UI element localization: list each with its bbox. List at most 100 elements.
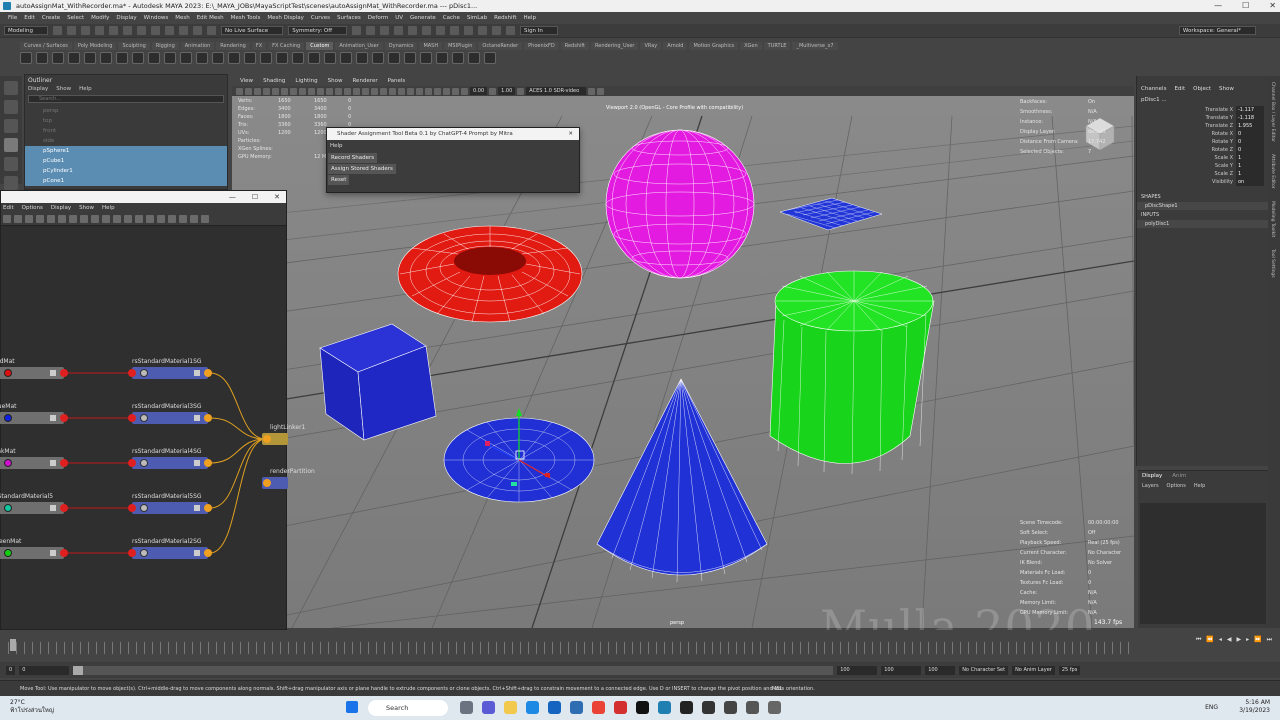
time-slider[interactable]: ⏮ ⏪ ◂ ◀ ▶ ▸ ⏩ ⏭ <box>0 630 1280 660</box>
attribute-name[interactable]: Scale Y <box>1176 162 1236 170</box>
attribute-value-field[interactable]: 0 <box>1236 130 1264 138</box>
custom-mode-icon[interactable] <box>135 215 143 223</box>
attribute-name[interactable]: Translate Y <box>1176 114 1236 122</box>
menu-redshift[interactable]: Redshift <box>494 12 516 24</box>
channel-box-menu-edit[interactable]: Edit <box>1174 86 1185 92</box>
step-forward-icon[interactable]: ▸ <box>1246 636 1249 644</box>
menu-create[interactable]: Create <box>42 12 60 24</box>
store-icon[interactable] <box>548 701 561 714</box>
outliner-menu-show[interactable]: Show <box>56 86 71 92</box>
shelf-tool-icon[interactable] <box>260 52 272 64</box>
tool-window-close-icon[interactable]: ✕ <box>568 128 573 140</box>
anim-layer-dropdown[interactable]: No Anim Layer <box>1012 665 1055 675</box>
snap-grid-icon[interactable] <box>165 26 175 35</box>
maya-taskbar-icon[interactable] <box>658 701 671 714</box>
outliner-item-side[interactable]: side <box>25 136 227 146</box>
shelf-tool-icon[interactable] <box>36 52 48 64</box>
graph-output-icon[interactable] <box>25 215 33 223</box>
bookmark-icon[interactable] <box>190 215 198 223</box>
redo-icon[interactable] <box>109 26 119 35</box>
sg-output-port[interactable] <box>204 549 212 557</box>
shelf-tab-xgen[interactable]: XGen <box>740 42 762 50</box>
paint-select-tool-icon[interactable] <box>4 119 18 133</box>
xray-joints-icon[interactable] <box>443 87 450 95</box>
attribute-value-field[interactable]: on <box>1236 178 1264 186</box>
bookmark-icon[interactable] <box>245 87 252 95</box>
sg-input-port[interactable] <box>128 369 136 377</box>
swatch-toggle-icon[interactable] <box>146 215 154 223</box>
shading-group-node[interactable]: rsStandardMaterial5SG <box>128 493 212 514</box>
outliner-menu-help[interactable]: Help <box>79 86 92 92</box>
menu-curves[interactable]: Curves <box>311 12 330 24</box>
snap-curve-icon[interactable] <box>179 26 189 35</box>
shelf-tool-icon[interactable] <box>484 52 496 64</box>
rearrange-graph-icon[interactable] <box>47 215 55 223</box>
outliner-item-pcube1[interactable]: pCube1 <box>25 156 227 166</box>
sg-input-port[interactable] <box>128 459 136 467</box>
sg-input-port[interactable] <box>128 549 136 557</box>
shelf-tool-icon[interactable] <box>276 52 288 64</box>
graph-input-output-icon[interactable] <box>3 215 11 223</box>
shelf-tab-motion-graphics[interactable]: Motion Graphics <box>689 42 739 50</box>
playback-start-field[interactable]: 0 <box>19 665 70 675</box>
anti-aliasing-icon[interactable] <box>407 87 414 95</box>
shelf-tool-icon[interactable] <box>84 52 96 64</box>
material-node-bluemat[interactable]: BlueMat <box>0 403 68 424</box>
app-p2-icon[interactable] <box>724 701 737 714</box>
material-node-pinkmat[interactable]: PinkMat <box>0 448 68 469</box>
light-linker-node[interactable]: lightLinker1 <box>262 424 305 445</box>
shelf-tool-icon[interactable] <box>324 52 336 64</box>
shelf-tab-poly-modeling[interactable]: Poly Modeling <box>73 42 117 50</box>
shelf-tab-mash[interactable]: MASH <box>419 42 443 50</box>
sg-input-port[interactable] <box>128 414 136 422</box>
workspace-dropdown[interactable]: Workspace: General* <box>1178 26 1256 35</box>
simple-mode-icon[interactable] <box>102 215 110 223</box>
side-tab-modeling-toolkit[interactable]: Modeling Toolkit <box>1268 195 1277 243</box>
viewport-menu-renderer[interactable]: Renderer <box>352 76 377 86</box>
isolate-select-icon[interactable] <box>425 87 432 95</box>
viewport-menu-show[interactable]: Show <box>328 76 343 86</box>
gate-mask-icon[interactable] <box>290 87 297 95</box>
shelf-tab-dynamics[interactable]: Dynamics <box>384 42 418 50</box>
shelf-tab-curves-surfaces[interactable]: Curves / Surfaces <box>20 42 72 50</box>
app-s-icon[interactable] <box>746 701 759 714</box>
outliner-item-persp[interactable]: persp <box>25 106 227 116</box>
node-options-icon[interactable] <box>50 550 56 556</box>
shelf-tool-icon[interactable] <box>20 52 32 64</box>
shelf-tool-icon[interactable] <box>436 52 448 64</box>
menu-modify[interactable]: Modify <box>91 12 109 24</box>
shading-group-node[interactable]: rsStandardMaterial4SG <box>128 448 212 469</box>
shelf-tool-icon[interactable] <box>292 52 304 64</box>
play-forward-icon[interactable]: ▶ <box>1236 636 1241 644</box>
edge-icon[interactable] <box>526 701 539 714</box>
obs-icon[interactable] <box>680 701 693 714</box>
shelf-tab-multiverse-x7[interactable]: _Multiverse_x7 <box>792 42 838 50</box>
motion-blur-icon[interactable] <box>398 87 405 95</box>
shading-group-node[interactable]: rsStandardMaterial2SG <box>128 538 212 559</box>
sg-output-port[interactable] <box>204 369 212 377</box>
attribute-name[interactable]: Visibility <box>1176 178 1236 186</box>
exposure-icon[interactable] <box>461 87 468 95</box>
grid-toggle-icon[interactable] <box>157 215 165 223</box>
shelf-tool-icon[interactable] <box>244 52 256 64</box>
attribute-value-field[interactable]: -1.117 <box>1236 106 1264 114</box>
record-shaders-button[interactable]: Record Shaders <box>328 153 378 163</box>
step-back-icon[interactable]: ◂ <box>1219 636 1222 644</box>
outliner-item-psphere1[interactable]: pSphere1 <box>25 146 227 156</box>
attribute-value-field[interactable]: -1.118 <box>1236 114 1264 122</box>
node-options-icon[interactable] <box>194 370 200 376</box>
outliner-item-pcone1[interactable]: pCone1 <box>25 176 227 186</box>
help-menu[interactable]: Help <box>1194 483 1205 489</box>
menu-mesh-display[interactable]: Mesh Display <box>267 12 304 24</box>
attribute-name[interactable]: Translate X <box>1176 106 1236 114</box>
live-surface-field[interactable]: No Live Surface <box>221 26 284 35</box>
arnold-icon[interactable] <box>436 26 446 35</box>
shelf-tool-icon[interactable] <box>132 52 144 64</box>
material-output-port[interactable] <box>60 459 68 467</box>
shelf-tool-icon[interactable] <box>52 52 64 64</box>
material-node-greenmat[interactable]: GreenMat <box>0 538 68 559</box>
range-slider[interactable] <box>73 665 834 675</box>
app-red-icon[interactable] <box>614 701 627 714</box>
material-output-port[interactable] <box>60 504 68 512</box>
menu-deform[interactable]: Deform <box>368 12 388 24</box>
